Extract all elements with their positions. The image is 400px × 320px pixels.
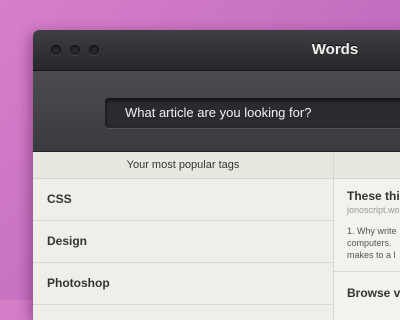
articles-header	[334, 152, 400, 179]
zoom-button[interactable]	[89, 45, 99, 55]
window-title: Words	[311, 41, 359, 58]
tag-item-design[interactable]: Design	[33, 221, 333, 263]
article-title[interactable]: These thi	[347, 189, 400, 203]
search-toolbar: What article are you looking for?	[33, 71, 400, 152]
tags-panel: Your most popular tags CSS Design Photos…	[33, 152, 334, 320]
articles-panel: These thi jonoscript.wo 1. Why write com…	[334, 152, 400, 320]
article-excerpt: 1. Why write computers. makes to a l	[347, 225, 400, 261]
tag-item-photoshop[interactable]: Photoshop	[33, 263, 333, 305]
article-item[interactable]: These thi jonoscript.wo 1. Why write com…	[334, 179, 400, 261]
article-title[interactable]: Browse vs	[334, 272, 400, 300]
search-input[interactable]: What article are you looking for?	[105, 98, 400, 128]
main-content: Your most popular tags CSS Design Photos…	[33, 152, 400, 320]
article-excerpt-line: makes to a l	[347, 250, 396, 260]
minimize-button[interactable]	[70, 45, 80, 55]
article-source: jonoscript.wo	[347, 205, 400, 215]
app-window: Words What article are you looking for? …	[33, 30, 400, 320]
title-bar: Words	[33, 30, 400, 71]
article-excerpt-line: 1. Why write	[347, 226, 397, 236]
tag-item-css[interactable]: CSS	[33, 179, 333, 221]
article-excerpt-line: computers.	[347, 238, 392, 248]
close-button[interactable]	[51, 45, 61, 55]
tags-header: Your most popular tags	[33, 152, 333, 179]
